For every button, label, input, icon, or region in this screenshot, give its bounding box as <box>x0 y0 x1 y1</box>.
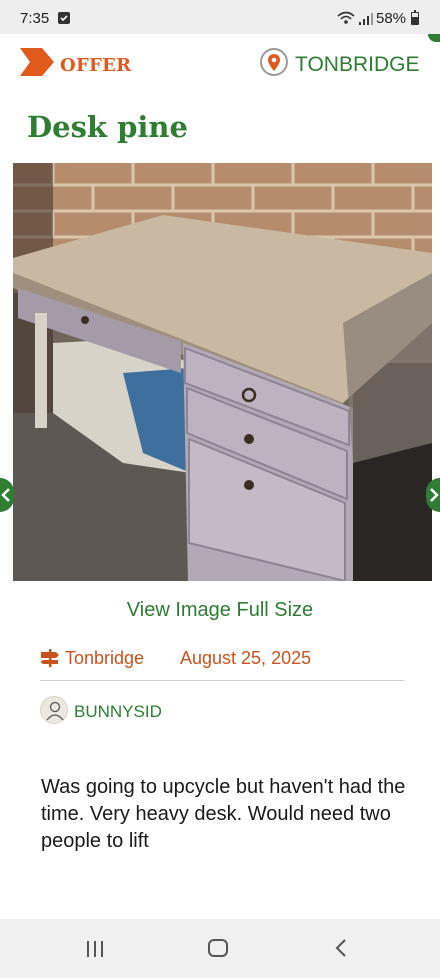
system-nav-bar <box>0 919 440 978</box>
listing-description: Was going to upcycle but haven't had the… <box>41 776 406 852</box>
back-icon[interactable] <box>334 938 348 963</box>
status-bar: 7:35 58% <box>0 0 440 34</box>
signal-icon <box>359 12 373 30</box>
battery-icon <box>411 10 419 25</box>
previous-image-button[interactable] <box>0 478 14 512</box>
divider <box>40 680 404 681</box>
listing-location[interactable]: Tonbridge <box>65 648 144 669</box>
signpost-icon <box>40 648 60 673</box>
map-pin-icon <box>260 48 288 76</box>
user-row[interactable]: BUNNYSID <box>40 696 340 726</box>
notification-check-icon <box>58 12 70 24</box>
status-time: 7:35 <box>20 10 50 27</box>
location-label: TONBRIDGE <box>295 53 420 76</box>
offer-arrow-icon[interactable] <box>20 48 56 81</box>
battery-level: 58% <box>376 10 407 27</box>
user-avatar-icon <box>40 696 68 724</box>
recent-apps-icon[interactable] <box>86 940 104 963</box>
view-full-size-link[interactable]: View Image Full Size <box>0 599 440 622</box>
app-header: OFFER TONBRIDGE <box>0 34 440 96</box>
home-icon[interactable] <box>208 939 228 957</box>
listing-photo[interactable] <box>13 163 432 581</box>
listing-title: Desk pine <box>27 110 188 144</box>
wifi-icon <box>337 11 355 30</box>
offer-label[interactable]: OFFER <box>60 55 131 76</box>
username[interactable]: BUNNYSID <box>74 702 162 722</box>
listing-date: August 25, 2025 <box>180 648 312 668</box>
listing-meta: Tonbridge August 25, 2025 <box>40 646 410 670</box>
